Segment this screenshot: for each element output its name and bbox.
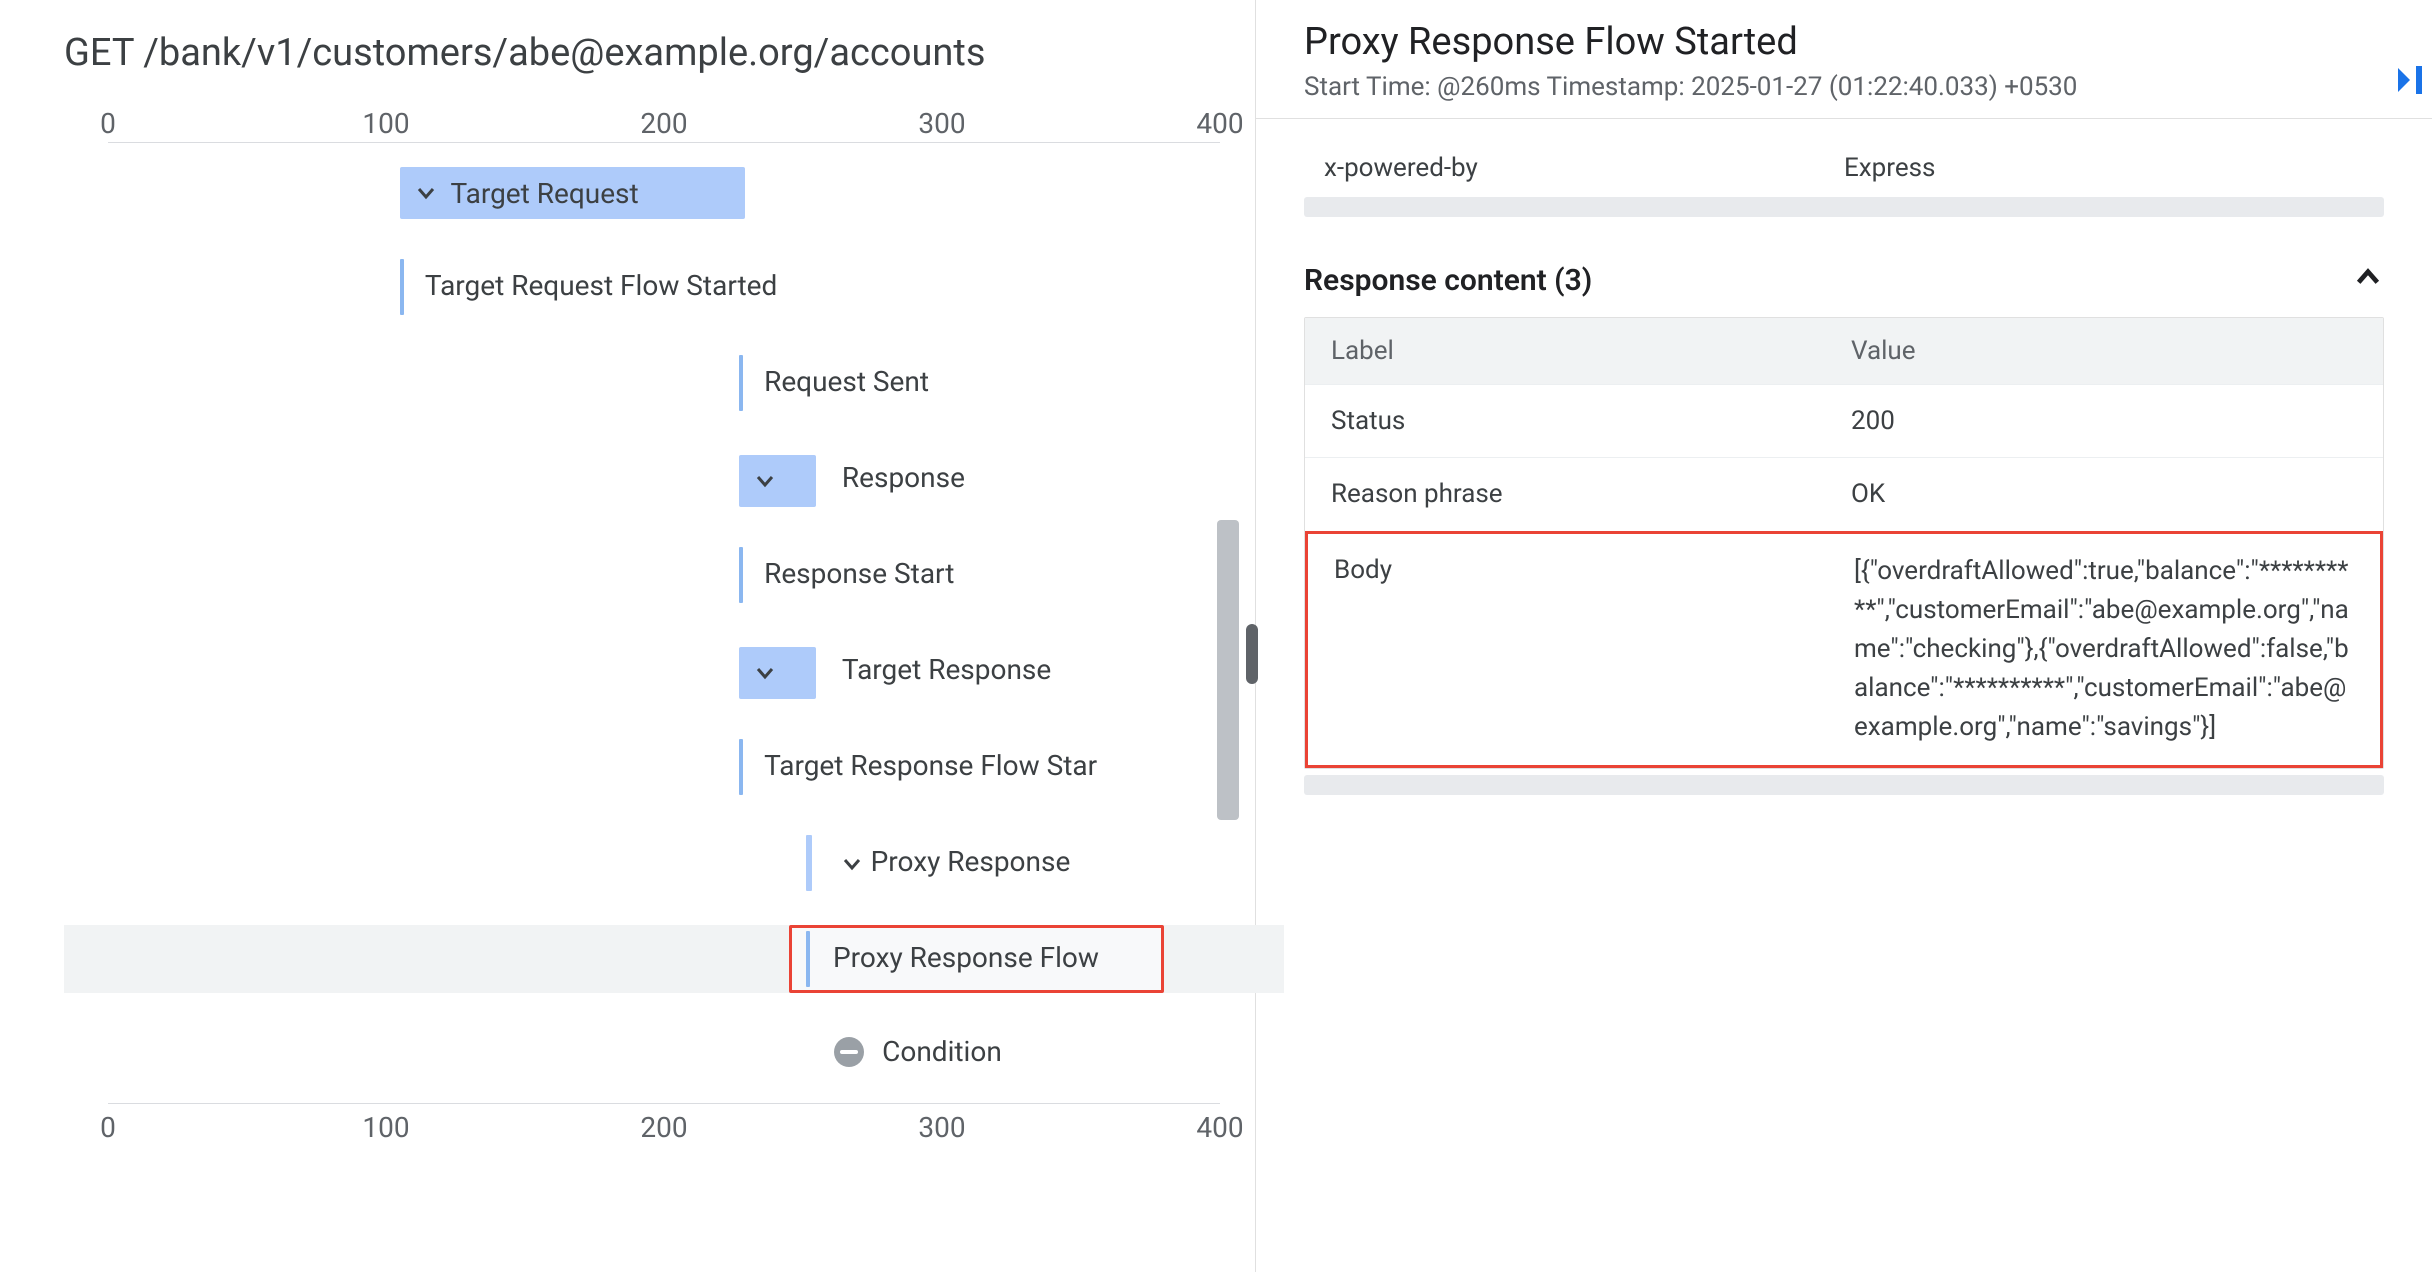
table-header-row: Label Value <box>1305 318 2383 384</box>
row-label: Proxy Response Flow <box>833 941 1099 974</box>
section-title: Response content (3) <box>1304 263 1592 298</box>
scrollbar-horizontal[interactable] <box>1304 197 2384 217</box>
request-title: GET /bank/v1/customers/abe@example.org/a… <box>64 28 1219 79</box>
axis-tick: 300 <box>918 1111 965 1144</box>
timeline-row-target-request-flow-started[interactable]: Target Request Flow Started <box>108 239 1220 335</box>
header-kv-row: x-powered-by Express <box>1304 143 2384 193</box>
chevron-down-icon <box>840 852 864 876</box>
timeline-row-response[interactable]: Response <box>108 431 1220 527</box>
axis-tick: 400 <box>1196 107 1243 140</box>
scrollbar-horizontal[interactable] <box>1304 775 2384 795</box>
row-label: Target Response <box>842 653 1051 686</box>
chevron-down-icon <box>753 661 777 685</box>
header-key: x-powered-by <box>1324 153 1844 183</box>
axis-tick: 0 <box>100 1111 116 1144</box>
timeline: 0 100 200 300 400 Target Request Target … <box>64 107 1219 1147</box>
row-label: Request Sent <box>764 365 929 398</box>
header-value: Express <box>1844 153 2364 183</box>
collapse-panel-icon[interactable] <box>2396 64 2422 96</box>
timeline-row-target-response[interactable]: Target Response <box>108 623 1220 719</box>
axis-tick: 0 <box>100 107 116 140</box>
timeline-axis-bottom: 0 100 200 300 400 <box>108 1103 1220 1147</box>
cell-label: Body <box>1334 552 1854 747</box>
row-label: Response <box>842 461 965 494</box>
row-label: Target Request <box>450 177 638 210</box>
axis-tick: 100 <box>362 1111 409 1144</box>
cell-label: Reason phrase <box>1331 476 1851 512</box>
row-label: Response Start <box>764 557 954 590</box>
table-row: Status 200 <box>1305 384 2383 457</box>
timeline-row-request-sent[interactable]: Request Sent <box>108 335 1220 431</box>
col-label: Label <box>1331 336 1851 366</box>
timeline-rows: Target Request Target Request Flow Start… <box>108 143 1220 1103</box>
chevron-down-icon <box>414 181 438 205</box>
chevron-down-icon <box>753 469 777 493</box>
timeline-row-response-start[interactable]: Response Start <box>108 527 1220 623</box>
details-panel: Proxy Response Flow Started Start Time: … <box>1256 0 2432 1272</box>
axis-tick: 400 <box>1196 1111 1243 1144</box>
axis-tick: 200 <box>640 1111 687 1144</box>
axis-tick: 200 <box>640 107 687 140</box>
cell-value: [{"overdraftAllowed":true,"balance":"***… <box>1854 552 2354 747</box>
minus-circle-icon <box>834 1037 864 1067</box>
trace-timeline-panel: GET /bank/v1/customers/abe@example.org/a… <box>0 0 1256 1272</box>
request-path: /bank/v1/customers/abe@example.org/accou… <box>143 31 985 75</box>
details-header: Proxy Response Flow Started Start Time: … <box>1256 20 2432 119</box>
details-subtitle: Start Time: @260ms Timestamp: 2025-01-27… <box>1304 72 2384 102</box>
table-row-body: Body [{"overdraftAllowed":true,"balance"… <box>1305 531 2383 768</box>
chevron-up-icon <box>2352 261 2384 299</box>
timeline-row-target-response-flow-started[interactable]: Target Response Flow Star <box>108 719 1220 815</box>
axis-tick: 300 <box>918 107 965 140</box>
timeline-row-proxy-response[interactable]: Proxy Response <box>108 815 1220 911</box>
timeline-row-condition[interactable]: Condition <box>108 1007 1220 1103</box>
cell-value: 200 <box>1851 403 2357 439</box>
request-method: GET <box>64 31 134 75</box>
cell-value: OK <box>1851 476 2357 512</box>
scrollbar-vertical[interactable] <box>1217 520 1239 820</box>
details-title: Proxy Response Flow Started <box>1304 20 2384 64</box>
axis-tick: 100 <box>362 107 409 140</box>
section-header[interactable]: Response content (3) <box>1304 261 2384 299</box>
cell-label: Status <box>1331 403 1851 439</box>
timeline-axis-top: 0 100 200 300 400 <box>108 107 1220 143</box>
row-label: Target Request Flow Started <box>425 269 777 302</box>
row-label: Target Response Flow Star <box>764 749 1097 782</box>
timeline-row-proxy-response-flow[interactable]: Proxy Response Flow <box>108 911 1220 1007</box>
row-label: Proxy Response <box>871 845 1071 878</box>
panel-resize-handle[interactable] <box>1246 624 1258 684</box>
row-label: Condition <box>882 1035 1002 1068</box>
timeline-row-target-request[interactable]: Target Request <box>108 143 1220 239</box>
response-content-table: Label Value Status 200 Reason phrase OK … <box>1304 317 2384 769</box>
table-row: Reason phrase OK <box>1305 457 2383 530</box>
col-value: Value <box>1851 336 2357 366</box>
